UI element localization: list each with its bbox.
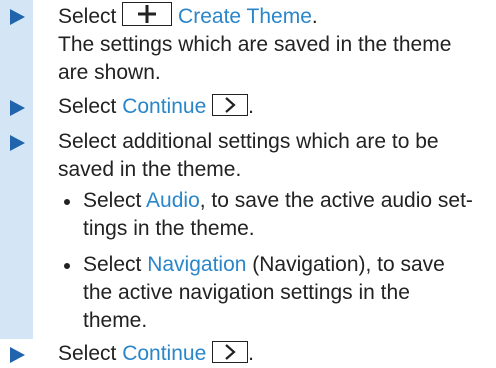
chevron-right-icon <box>225 344 236 360</box>
bullet-icon <box>64 199 70 205</box>
step-prefix: Select <box>58 95 123 118</box>
continue-link[interactable]: Continue <box>122 95 206 118</box>
step-description: The settings which are saved in the them… <box>58 33 452 84</box>
substep-navigation: Select Navigation (Navigation), to save … <box>0 251 478 335</box>
chevron-right-button[interactable] <box>212 94 249 116</box>
chevron-right-icon <box>225 97 236 113</box>
chevron-right-button[interactable] <box>212 341 249 363</box>
create-theme-link[interactable]: Create Theme <box>178 5 312 28</box>
substep-audio: Select Audio, to save the active audio s… <box>0 187 478 243</box>
step-suffix: . <box>248 95 254 118</box>
step-suffix: . <box>248 342 254 365</box>
plus-button[interactable] <box>122 2 173 26</box>
step-prefix: Select <box>58 342 123 365</box>
instructions: Select Create Theme. The settings which … <box>0 0 496 368</box>
plus-icon <box>138 5 157 23</box>
step-suffix: . <box>311 5 318 28</box>
substep-prefix: Select <box>83 253 148 276</box>
step-arrow-icon <box>10 9 25 25</box>
step-arrow-icon <box>10 347 25 363</box>
step-arrow-icon <box>10 135 25 151</box>
step-create-theme: Select Create Theme. <box>0 2 478 31</box>
continue-link[interactable]: Continue <box>122 342 206 365</box>
step-text: Select additional settings which are to … <box>58 130 439 181</box>
navigation-link[interactable]: Navigation <box>147 253 246 276</box>
audio-link[interactable]: Audio <box>146 189 200 212</box>
step-continue-1: Select Continue . <box>0 93 478 121</box>
step-continue-2: Select Continue . <box>0 340 478 368</box>
bullet-icon <box>64 263 70 269</box>
step-prefix: Select <box>58 5 123 28</box>
step-arrow-icon <box>10 100 25 116</box>
step-additional-settings: Select additional settings which are to … <box>0 128 478 184</box>
substep-prefix: Select <box>83 189 147 212</box>
